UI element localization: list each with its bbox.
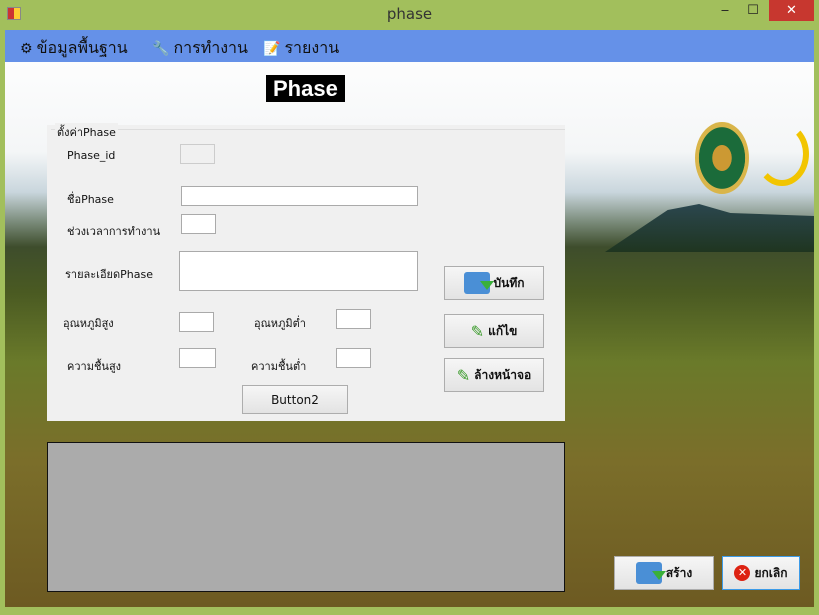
temp-high-field[interactable] (179, 312, 214, 332)
menu-label: รายงาน (284, 38, 340, 57)
main-content: Phase ตั้งค่าPhase Phase_id ชื่อPhase ช่… (5, 62, 814, 607)
menu-label: ข้อมูลพื้นฐาน (36, 38, 128, 57)
title-bar: phase ‒ ☐ ✕ (0, 0, 819, 30)
menu-basic-data[interactable]: ⚙ ข้อมูลพื้นฐาน (20, 36, 128, 61)
duration-label: ช่วงเวลาการทำงาน (67, 225, 161, 238)
minimize-button[interactable]: ‒ (712, 0, 738, 21)
tools-icon: 🔧 (152, 40, 170, 57)
cancel-label: ยกเลิก (754, 565, 788, 580)
duration-field[interactable] (181, 214, 216, 234)
background-hills (605, 204, 814, 252)
pencil-icon: ✎ (456, 365, 471, 385)
temp-low-field[interactable] (336, 309, 371, 329)
phase-name-label: ชื่อPhase (67, 193, 114, 206)
humid-low-field[interactable] (336, 348, 371, 368)
university-logo (695, 122, 749, 194)
cancel-button[interactable]: ✕ ยกเลิก (722, 556, 800, 590)
temp-high-label: อุณหภูมิสูง (63, 317, 114, 330)
save-button[interactable]: บันทึก (444, 266, 544, 300)
clear-button[interactable]: ✎ ล้างหน้าจอ (444, 358, 544, 392)
menu-operation[interactable]: 🔧 การทำงาน (152, 36, 248, 61)
window-title: phase (386, 5, 433, 23)
phase-name-field[interactable] (181, 186, 418, 206)
menu-label: การทำงาน (173, 38, 248, 57)
create-button[interactable]: สร้าง (614, 556, 714, 590)
phase-detail-field[interactable] (179, 251, 418, 291)
edit-label: แก้ไข (488, 323, 518, 338)
floppy-save-icon (635, 562, 666, 584)
edit-button[interactable]: ✎ แก้ไข (444, 314, 544, 348)
notepad-icon: 📝 (263, 40, 281, 57)
floppy-save-icon (463, 272, 494, 294)
save-label: บันทึก (493, 275, 525, 290)
create-label: สร้าง (665, 565, 693, 580)
close-button[interactable]: ✕ (769, 0, 814, 21)
humid-high-field[interactable] (179, 348, 216, 368)
button2[interactable]: Button2 (242, 385, 348, 414)
menu-bar: ⚙ ข้อมูลพื้นฐาน 🔧 การทำงาน 📝 รายงาน (5, 30, 814, 62)
gear-icon: ⚙ (20, 40, 33, 57)
maximize-button[interactable]: ☐ (740, 0, 766, 21)
clear-label: ล้างหน้าจอ (474, 367, 532, 382)
phase-detail-label: รายละเอียดPhase (65, 268, 153, 281)
cancel-x-icon: ✕ (734, 565, 751, 581)
data-grid[interactable] (47, 442, 565, 592)
humid-low-label: ความชื้นต่ำ (251, 360, 307, 373)
page-title: Phase (266, 75, 345, 102)
phase-id-field[interactable] (180, 144, 215, 164)
brand-logo (755, 122, 809, 186)
group-border (51, 129, 565, 130)
temp-low-label: อุณหภูมิต่ำ (254, 317, 306, 330)
group-title: ตั้งค่าPhase (55, 123, 118, 141)
menu-report[interactable]: 📝 รายงาน (263, 36, 339, 61)
phase-id-label: Phase_id (67, 149, 116, 162)
humid-high-label: ความชื้นสูง (67, 360, 122, 373)
pencil-icon: ✎ (470, 321, 485, 341)
